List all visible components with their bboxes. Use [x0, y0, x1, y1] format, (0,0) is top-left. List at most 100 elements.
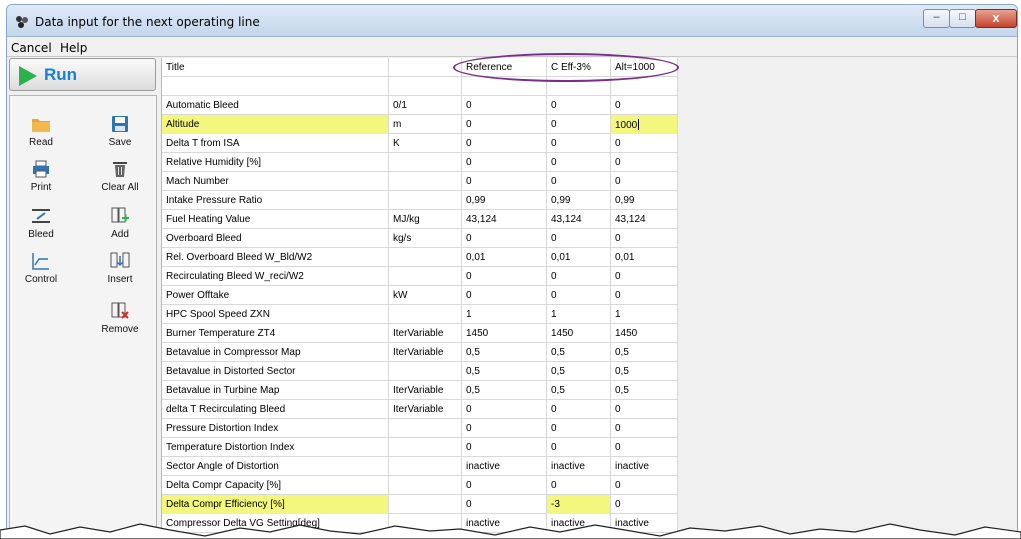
cell-ref[interactable]: 0,01 [462, 248, 547, 267]
cell-alt[interactable]: 43,124 [611, 210, 678, 229]
cell-unit: IterVariable [389, 400, 462, 419]
clear-all-tool[interactable]: Clear All [92, 159, 148, 193]
cell-ref[interactable]: 0,99 [462, 191, 547, 210]
cell-alt[interactable]: 1000 [611, 115, 678, 134]
remove-tool[interactable]: Remove [92, 301, 148, 335]
cell-alt[interactable]: 0,99 [611, 191, 678, 210]
remove-label: Remove [101, 324, 139, 335]
cell-alt[interactable]: 0 [611, 267, 678, 286]
print-tool[interactable]: Print [13, 159, 69, 193]
cell-ceff[interactable]: 0 [547, 153, 611, 172]
cell-alt[interactable]: 0,5 [611, 381, 678, 400]
floppy-disk-icon [112, 116, 128, 132]
cell-ceff[interactable]: 1450 [547, 324, 611, 343]
table-row: HPC Spool Speed ZXN 1 1 1 [162, 305, 678, 324]
cell-ref[interactable]: 0 [462, 153, 547, 172]
control-label: Control [24, 274, 58, 285]
cell-ref[interactable]: 0 [462, 419, 547, 438]
cell-ceff[interactable]: 0 [547, 229, 611, 248]
cell-ref[interactable]: 0 [462, 438, 547, 457]
bleed-tool[interactable]: Bleed [13, 206, 69, 240]
cell-alt[interactable]: 0 [611, 134, 678, 153]
printer-icon [33, 160, 49, 178]
cell-ceff[interactable]: 0 [547, 172, 611, 191]
minimize-button[interactable]: – [923, 9, 950, 28]
add-tool[interactable]: Add [92, 206, 148, 240]
cell-ceff[interactable]: 0 [547, 286, 611, 305]
control-tool[interactable]: Control [13, 251, 69, 285]
read-tool[interactable]: Read [13, 114, 69, 148]
cell-alt[interactable]: 0 [611, 400, 678, 419]
cell-alt[interactable]: 0,5 [611, 362, 678, 381]
cell-ref[interactable]: 0 [462, 267, 547, 286]
cell-ceff[interactable]: 0 [547, 476, 611, 495]
menu-cancel[interactable]: Cancel [11, 41, 52, 55]
table-row: Rel. Overboard Bleed W_Bld/W2 0,01 0,01 0,0… [162, 248, 678, 267]
cell-ref[interactable]: 0 [462, 172, 547, 191]
maximize-button[interactable]: □ [949, 9, 976, 28]
folder-icon [32, 119, 50, 132]
cell-ceff[interactable]: 0 [547, 115, 611, 134]
run-label: Run [44, 65, 78, 84]
cell-ceff[interactable]: 43,124 [547, 210, 611, 229]
cell-ref[interactable]: 1 [462, 305, 547, 324]
table-row: Burner Temperature ZT4 IterVariable 1450 14… [162, 324, 678, 343]
cell-alt[interactable]: 0 [611, 419, 678, 438]
cell-ref[interactable]: 1450 [462, 324, 547, 343]
play-icon [19, 66, 37, 86]
cell-name: Intake Pressure Ratio [162, 191, 389, 210]
cell-name: Altitude [162, 115, 389, 134]
close-button[interactable]: x [975, 9, 1017, 28]
cell-ref[interactable]: 0 [462, 134, 547, 153]
cell-unit: kg/s [389, 229, 462, 248]
cell-ceff[interactable]: 0,99 [547, 191, 611, 210]
cell-ceff[interactable]: 0,5 [547, 362, 611, 381]
cell-ref[interactable]: 43,124 [462, 210, 547, 229]
cell-alt[interactable]: 0,5 [611, 343, 678, 362]
menu-help[interactable]: Help [60, 41, 87, 55]
cell-alt[interactable]: inactive [611, 457, 678, 476]
run-button[interactable]: Run [9, 58, 156, 91]
cell-alt[interactable]: 0 [611, 476, 678, 495]
cell-ceff[interactable]: 0,5 [547, 343, 611, 362]
cell-name: Rel. Overboard Bleed W_Bld/W2 [162, 248, 389, 267]
cell-alt[interactable]: 0 [611, 438, 678, 457]
cell-ref[interactable]: 0 [462, 476, 547, 495]
cell-ref[interactable]: 0 [462, 400, 547, 419]
cell-ceff[interactable]: 0 [547, 400, 611, 419]
cell-unit [389, 438, 462, 457]
cell-ref[interactable]: 0,5 [462, 362, 547, 381]
cell-ref[interactable]: 0 [462, 96, 547, 115]
insert-tool[interactable]: Insert [92, 251, 148, 285]
cell-name: Delta Compr Capacity [%] [162, 476, 389, 495]
cell-ceff[interactable]: inactive [547, 457, 611, 476]
save-tool[interactable]: Save [92, 114, 148, 148]
cell-alt[interactable]: 0 [611, 96, 678, 115]
cell-unit [389, 77, 462, 96]
cell-alt[interactable]: 1450 [611, 324, 678, 343]
cell-ceff[interactable]: 0,5 [547, 381, 611, 400]
cell-alt[interactable]: 0,01 [611, 248, 678, 267]
cell-ceff[interactable]: 0,01 [547, 248, 611, 267]
cell-ref[interactable]: 0,5 [462, 381, 547, 400]
cell-ceff[interactable]: 1 [547, 305, 611, 324]
cell-ref[interactable]: 0,5 [462, 343, 547, 362]
cell-name: Pressure Distortion Index [162, 419, 389, 438]
cell-ref[interactable]: 0 [462, 229, 547, 248]
cell-name: Fuel Heating Value [162, 210, 389, 229]
cell-alt[interactable]: 1 [611, 305, 678, 324]
cell-unit [389, 248, 462, 267]
cell-ceff[interactable]: 0 [547, 267, 611, 286]
cell-ceff[interactable]: 0 [547, 419, 611, 438]
cell-ref[interactable]: inactive [462, 457, 547, 476]
cell-ceff[interactable]: 0 [547, 96, 611, 115]
cell-name: HPC Spool Speed ZXN [162, 305, 389, 324]
cell-ceff[interactable]: 0 [547, 438, 611, 457]
cell-ceff[interactable]: 0 [547, 134, 611, 153]
cell-alt[interactable]: 0 [611, 153, 678, 172]
cell-alt[interactable]: 0 [611, 286, 678, 305]
cell-ref[interactable]: 0 [462, 286, 547, 305]
cell-ref[interactable]: 0 [462, 115, 547, 134]
cell-alt[interactable]: 0 [611, 229, 678, 248]
cell-alt[interactable]: 0 [611, 172, 678, 191]
